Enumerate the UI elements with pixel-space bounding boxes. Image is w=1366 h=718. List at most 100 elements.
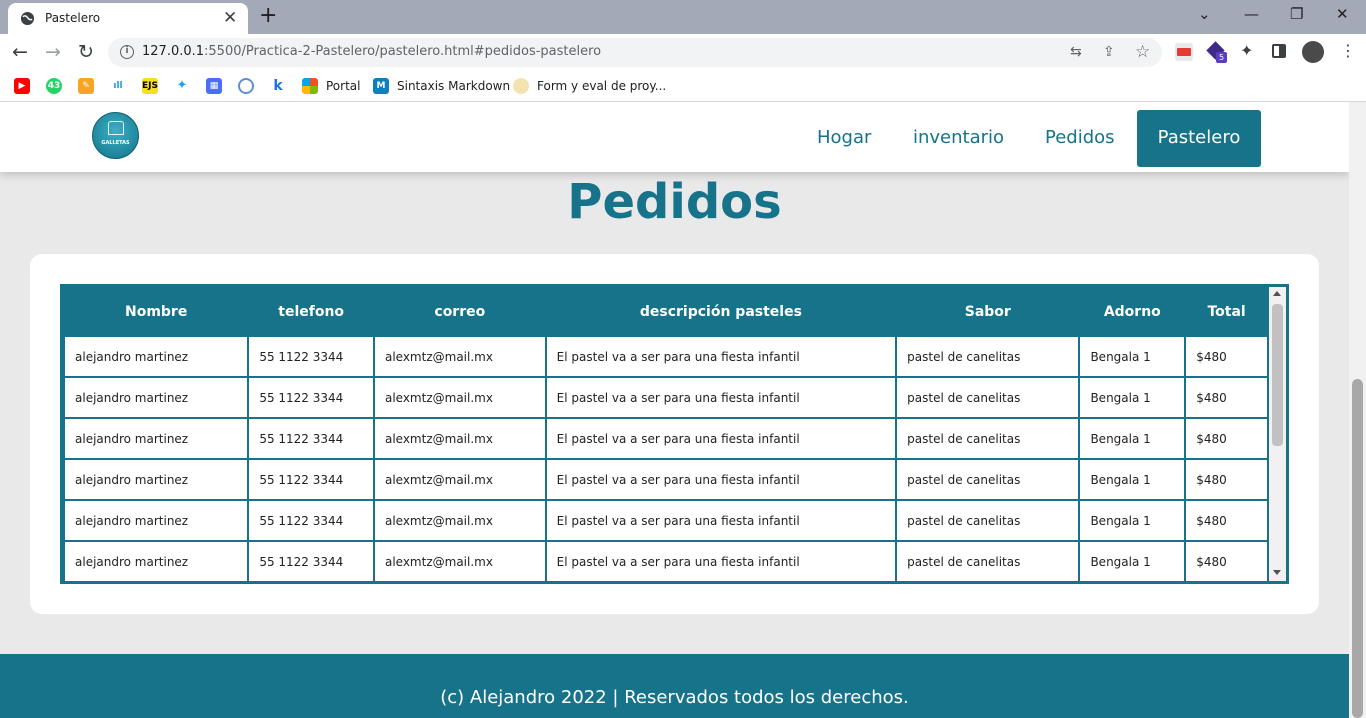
tab-search-icon[interactable]: ⌄ [1198, 4, 1211, 24]
profile-avatar[interactable] [1302, 41, 1324, 63]
footer-copyright: (c) Alejandro 2022 | Reservados todos lo… [440, 687, 909, 708]
twitter-icon[interactable]: ✦ [174, 78, 190, 94]
youtube-icon[interactable]: ▶ [14, 78, 30, 94]
k-icon[interactable]: k [270, 78, 286, 94]
page-title: Pedidos [567, 174, 782, 230]
reload-button[interactable]: ↻ [78, 40, 94, 64]
table-cell: El pastel va a ser para una fiesta infan… [546, 542, 896, 581]
table-cell: alejandro martinez [65, 419, 248, 458]
puzzle-icon[interactable]: ✦ [1240, 42, 1253, 60]
table-cell: 55 1122 3344 [249, 501, 373, 540]
form-icon[interactable] [513, 78, 529, 94]
orders-table-container[interactable]: Nombre telefono correo descripción paste… [60, 284, 1289, 584]
table-row: alejandro martinez 55 1122 3344 alexmtz@ma… [65, 460, 1267, 499]
bookmarks-bar: ▶ 43 ✎ ıll EJS ✦ ▦ k Portal M Sintaxis M… [0, 72, 1366, 102]
forward-button[interactable]: → [45, 40, 61, 64]
table-cell: Bengala 1 [1080, 378, 1185, 417]
table-cell: alejandro martinez [65, 460, 248, 499]
table-scrollbar[interactable] [1269, 287, 1286, 581]
table-cell: alexmtz@mail.mx [374, 337, 545, 376]
table-cell: El pastel va a ser para una fiesta infan… [546, 337, 896, 376]
nav-link-inventario[interactable]: inventario [913, 127, 1004, 148]
table-cell: Bengala 1 [1080, 501, 1185, 540]
table-cell: 55 1122 3344 [249, 337, 373, 376]
column-header: correo [374, 289, 545, 335]
table-cell: 55 1122 3344 [249, 419, 373, 458]
nav-link-pedidos[interactable]: Pedidos [1045, 127, 1115, 148]
orders-table: Nombre telefono correo descripción paste… [63, 287, 1269, 581]
table-cell: alejandro martinez [65, 337, 248, 376]
table-cell: $480 [1186, 542, 1267, 581]
translate-icon[interactable]: ⇆ [1070, 43, 1082, 61]
share-icon[interactable]: ⇪ [1103, 43, 1115, 61]
globe-icon [20, 11, 35, 26]
scroll-down-arrow-icon[interactable] [1273, 570, 1281, 575]
page-viewport: GALLETAS Hogar inventario Pedidos Pastel… [0, 102, 1349, 718]
pdf-extension-icon[interactable] [1175, 43, 1193, 61]
chrome-icon[interactable] [238, 78, 254, 94]
back-button[interactable]: ← [12, 40, 28, 64]
table-row: alejandro martinez 55 1122 3344 alexmtz@ma… [65, 337, 1267, 376]
table-cell: El pastel va a ser para una fiesta infan… [546, 378, 896, 417]
table-cell: $480 [1186, 501, 1267, 540]
bookmark-form-eval[interactable]: Form y eval de proy... [537, 79, 666, 93]
whatsapp-icon[interactable]: 43 [46, 78, 62, 94]
new-tab-button[interactable]: + [259, 4, 277, 28]
page-scrollbar-thumb[interactable] [1352, 379, 1363, 718]
page-scrollbar[interactable] [1349, 102, 1366, 718]
table-cell: pastel de canelitas [897, 542, 1079, 581]
menu-kebab-icon[interactable]: ⋮ [1340, 42, 1356, 60]
close-window-button[interactable]: ✕ [1336, 4, 1349, 24]
browser-tabstrip: Pastelero ✕ + ⌄ — ❐ ✕ [0, 0, 1366, 34]
cisco-icon[interactable]: ıll [110, 78, 126, 94]
browser-tab[interactable]: Pastelero ✕ [8, 3, 248, 34]
site-logo[interactable]: GALLETAS [92, 112, 139, 159]
browser-toolbar: ← → ↻ i 127.0.0.1:5500/Practica-2-Pastel… [0, 34, 1366, 72]
address-bar[interactable]: i 127.0.0.1:5500/Practica-2-Pastelero/pa… [108, 38, 1162, 67]
ejs-icon[interactable]: EJS [142, 78, 158, 94]
site-header: GALLETAS Hogar inventario Pedidos Pastel… [0, 102, 1349, 172]
microsoft-icon[interactable] [302, 78, 318, 94]
extension-badge-icon[interactable]: 5 [1206, 41, 1227, 63]
orders-card: Nombre telefono correo descripción paste… [30, 254, 1319, 614]
table-row: alejandro martinez 55 1122 3344 alexmtz@ma… [65, 419, 1267, 458]
column-header: descripción pasteles [546, 289, 896, 335]
scroll-up-arrow-icon[interactable] [1273, 291, 1281, 296]
table-cell: Bengala 1 [1080, 337, 1185, 376]
table-cell: alejandro martinez [65, 501, 248, 540]
side-panel-icon[interactable] [1272, 44, 1286, 58]
site-info-icon[interactable]: i [120, 45, 134, 59]
site-footer: (c) Alejandro 2022 | Reservados todos lo… [0, 654, 1349, 718]
table-cell: $480 [1186, 419, 1267, 458]
column-header: Adorno [1080, 289, 1185, 335]
nav-link-pastelero[interactable]: Pastelero [1137, 110, 1261, 167]
table-cell: $480 [1186, 378, 1267, 417]
bookmark-sintaxis-markdown[interactable]: Sintaxis Markdown [397, 79, 510, 93]
table-header-row: Nombre telefono correo descripción paste… [65, 289, 1267, 335]
table-row: alejandro martinez 55 1122 3344 alexmtz@ma… [65, 378, 1267, 417]
restore-button[interactable]: ❐ [1290, 4, 1303, 24]
logo-text: GALLETAS [101, 140, 130, 146]
table-cell: pastel de canelitas [897, 378, 1079, 417]
table-cell: El pastel va a ser para una fiesta infan… [546, 419, 896, 458]
table-scrollbar-thumb[interactable] [1272, 304, 1283, 446]
column-header: Sabor [897, 289, 1079, 335]
bookmark-portal[interactable]: Portal [326, 79, 360, 93]
codepen-icon[interactable]: ▦ [206, 78, 222, 94]
table-cell: alexmtz@mail.mx [374, 378, 545, 417]
nav-link-hogar[interactable]: Hogar [817, 127, 871, 148]
table-cell: alexmtz@mail.mx [374, 501, 545, 540]
markdown-icon[interactable]: M [373, 78, 389, 94]
url-text[interactable]: 127.0.0.1:5500/Practica-2-Pastelero/past… [142, 44, 601, 59]
table-cell: pastel de canelitas [897, 337, 1079, 376]
table-cell: pastel de canelitas [897, 460, 1079, 499]
pencil-icon[interactable]: ✎ [78, 78, 94, 94]
column-header: Nombre [65, 289, 248, 335]
tab-close-icon[interactable]: ✕ [223, 8, 237, 28]
table-cell: alexmtz@mail.mx [374, 542, 545, 581]
table-cell: Bengala 1 [1080, 419, 1185, 458]
nav-link-pastelero-label: Pastelero [1157, 127, 1241, 148]
bookmark-star-icon[interactable]: ☆ [1135, 43, 1150, 61]
table-cell: 55 1122 3344 [249, 542, 373, 581]
minimize-button[interactable]: — [1244, 4, 1259, 24]
